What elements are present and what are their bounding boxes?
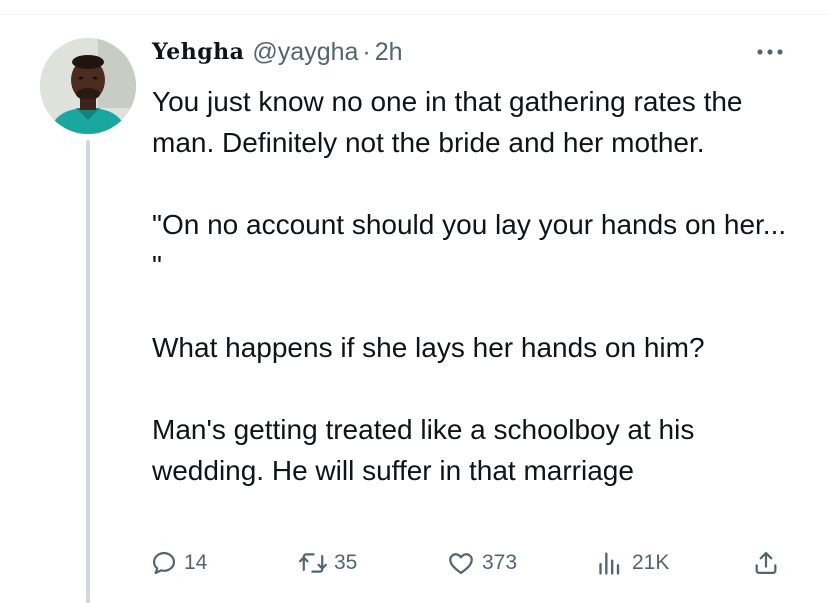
retweet-button[interactable]: 35 xyxy=(298,546,357,580)
reply-button[interactable]: 14 xyxy=(150,546,207,580)
tweet-text: You just know no one in that gathering r… xyxy=(152,81,802,491)
top-divider xyxy=(0,14,829,15)
header-separator: · xyxy=(362,38,371,66)
thread-line xyxy=(86,140,90,603)
avatar[interactable] xyxy=(40,38,136,134)
heart-icon xyxy=(449,553,473,575)
share-icon xyxy=(755,551,777,575)
views-icon xyxy=(599,552,620,575)
retweet-icon xyxy=(298,553,328,573)
tweet-paragraph: You just know no one in that gathering r… xyxy=(152,86,743,158)
share-button[interactable] xyxy=(752,546,780,580)
tweet-paragraph: Man's getting treated like a schoolboy a… xyxy=(152,414,695,486)
like-button[interactable]: 373 xyxy=(446,546,517,580)
views-button[interactable]: 21K xyxy=(596,546,669,580)
tweet-paragraph: What happens if she lays her hands on hi… xyxy=(152,332,705,363)
reply-count: 14 xyxy=(184,551,208,574)
like-count: 373 xyxy=(482,551,518,574)
profile-photo-icon xyxy=(40,38,136,134)
author-handle[interactable]: @yaygha xyxy=(252,34,358,70)
more-options-button[interactable] xyxy=(752,40,788,64)
author-display-name[interactable]: Yehgha xyxy=(152,34,244,70)
views-count: 21K xyxy=(632,551,670,574)
more-icon xyxy=(757,49,783,55)
tweet-timestamp[interactable]: 2h xyxy=(375,34,403,70)
retweet-count: 35 xyxy=(334,551,358,574)
tweet-header: Yehgha @yaygha · 2h xyxy=(152,34,403,70)
tweet-paragraph: "On no account should you lay your hands… xyxy=(152,209,787,281)
reply-icon xyxy=(152,551,176,575)
action-bar: 14 35 373 21K xyxy=(150,546,790,580)
